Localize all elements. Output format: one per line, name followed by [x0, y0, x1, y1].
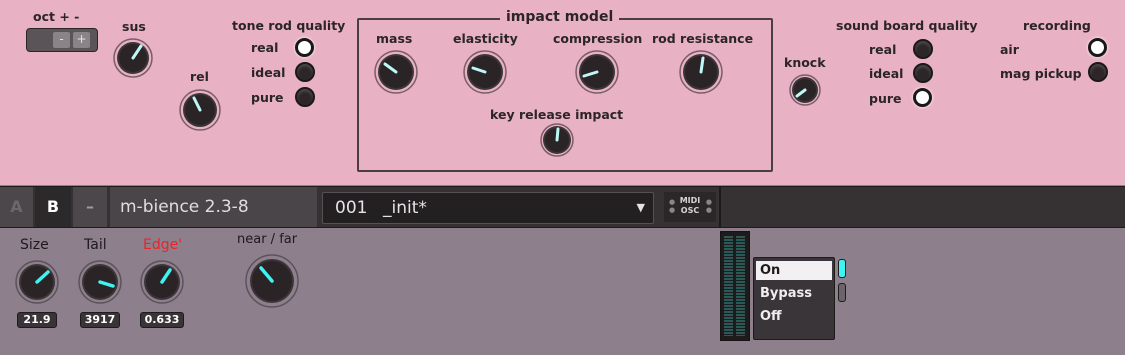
size-knob[interactable] — [14, 259, 60, 305]
tail-knob[interactable] — [77, 259, 123, 305]
sound-board-pure-radio[interactable] — [913, 88, 932, 107]
midi-dots-left: ● ● — [669, 198, 676, 214]
mass-label: mass — [376, 31, 413, 46]
device-name: m-bience 2.3-8 — [110, 187, 317, 227]
sound-board-ideal-radio[interactable] — [913, 63, 933, 83]
tone-rod-ideal-radio[interactable] — [295, 62, 315, 82]
knock-label: knock — [784, 55, 826, 70]
elasticity-knob[interactable] — [462, 49, 508, 95]
strip-divider — [719, 187, 721, 227]
octave-minus-button[interactable]: - — [53, 32, 70, 48]
state-option-bypass[interactable]: Bypass — [756, 284, 832, 303]
tab-a[interactable]: A — [0, 187, 33, 227]
near-far-label: near / far — [237, 232, 298, 247]
size-value[interactable]: 21.9 — [17, 312, 57, 328]
elasticity-label: elasticity — [453, 31, 518, 46]
tone-rod-pure-radio[interactable] — [295, 87, 315, 107]
edge-value[interactable]: 0.633 — [140, 312, 184, 328]
sound-board-real-label: real — [869, 42, 897, 57]
tab-dash[interactable]: – — [73, 187, 107, 227]
recording-title: recording — [1023, 18, 1091, 33]
recording-air-label: air — [1000, 42, 1019, 57]
tab-b[interactable]: B — [35, 187, 71, 227]
preset-name: _init* — [383, 198, 427, 218]
octave-label: oct + - — [33, 9, 80, 24]
recording-mag-pickup-radio[interactable] — [1088, 62, 1108, 82]
recording-air-radio[interactable] — [1088, 38, 1107, 57]
tone-rod-pure-label: pure — [251, 90, 284, 105]
tone-rod-ideal-label: ideal — [251, 65, 286, 80]
meter-left-channel — [724, 236, 733, 336]
midi-osc-indicator[interactable]: ● ● MIDI OSC ● ● — [664, 192, 716, 222]
mass-knob[interactable] — [373, 49, 419, 95]
sound-board-ideal-label: ideal — [869, 66, 904, 81]
near-far-knob[interactable] — [244, 253, 300, 309]
preset-dropdown-icon[interactable]: ▼ — [637, 193, 645, 223]
sound-board-quality-title: sound board quality — [836, 18, 978, 33]
knock-knob[interactable] — [788, 73, 822, 107]
meter-right-channel — [736, 236, 745, 336]
level-meter — [720, 231, 750, 341]
key-release-impact-knob[interactable] — [539, 122, 575, 158]
recording-mag-pickup-label: mag pickup — [1000, 66, 1082, 81]
osc-label: OSC — [680, 206, 700, 215]
bypass-led-indicator — [838, 283, 846, 302]
tone-rod-real-label: real — [251, 40, 279, 55]
state-selector: On Bypass Off — [753, 257, 835, 340]
edge-knob[interactable] — [139, 259, 185, 305]
compression-knob[interactable] — [574, 49, 620, 95]
edge-label: Edge' — [143, 237, 183, 253]
size-label: Size — [20, 237, 49, 253]
tone-rod-quality-title: tone rod quality — [232, 18, 346, 33]
sus-knob[interactable] — [112, 37, 154, 79]
octave-plus-button[interactable]: + — [73, 32, 90, 48]
preset-selector[interactable]: 001 _init* ▼ — [322, 192, 654, 224]
synth-panel: oct + - - + sus rel tone rod quality rea… — [0, 0, 1125, 185]
octave-stepper: - + — [26, 28, 98, 52]
rod-resistance-label: rod resistance — [652, 31, 754, 46]
preset-number: 001 — [335, 198, 368, 218]
device-strip: A B – m-bience 2.3-8 001 _init* ▼ ● ● MID… — [0, 186, 1125, 228]
tone-rod-real-radio[interactable] — [295, 38, 314, 57]
on-led-indicator — [838, 259, 846, 278]
state-option-on[interactable]: On — [756, 261, 832, 280]
state-option-off[interactable]: Off — [756, 307, 832, 326]
sound-board-pure-label: pure — [869, 91, 902, 106]
sus-label: sus — [122, 19, 146, 34]
effect-panel: Size 21.9 Tail 3917 Edge' 0.633 near / f… — [0, 228, 1125, 355]
sound-board-real-radio[interactable] — [913, 39, 933, 59]
compression-label: compression — [553, 31, 643, 46]
rel-knob[interactable] — [178, 88, 222, 132]
midi-label: MIDI — [679, 196, 701, 205]
tail-value[interactable]: 3917 — [80, 312, 120, 328]
key-release-impact-label: key release impact — [490, 107, 624, 122]
rod-resistance-knob[interactable] — [678, 49, 724, 95]
impact-model-title: impact model — [500, 9, 620, 25]
rel-label: rel — [190, 69, 209, 84]
tail-label: Tail — [84, 237, 107, 253]
midi-dots-right: ● ● — [705, 198, 712, 214]
